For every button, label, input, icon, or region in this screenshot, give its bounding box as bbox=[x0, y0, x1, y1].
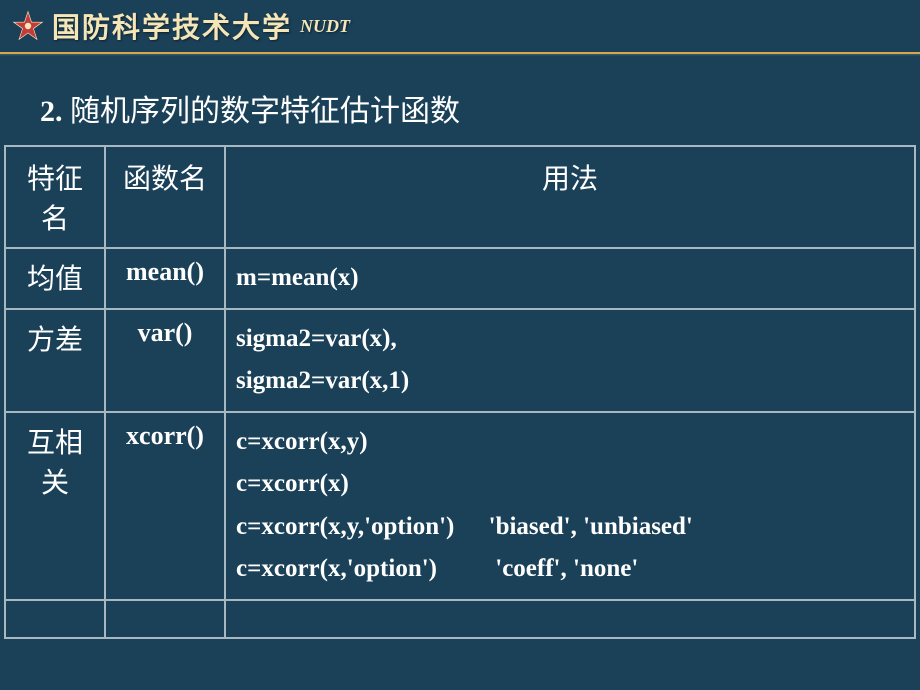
table-row-empty bbox=[5, 600, 915, 638]
header-function: 函数名 bbox=[105, 146, 225, 248]
usage-line: sigma2=var(x,1) bbox=[236, 360, 904, 403]
cell-empty bbox=[5, 600, 105, 638]
usage-line: m=mean(x) bbox=[236, 257, 904, 300]
table-row: 方差 var() sigma2=var(x), sigma2=var(x,1) bbox=[5, 309, 915, 412]
functions-table: 特征名 函数名 用法 均值 mean() m=mean(x) 方差 var() … bbox=[4, 145, 916, 639]
usage-line: sigma2=var(x), bbox=[236, 318, 904, 361]
cell-usage: c=xcorr(x,y) c=xcorr(x) c=xcorr(x,y,'opt… bbox=[225, 412, 915, 600]
usage-main: c=xcorr(x,y,'option') bbox=[236, 513, 454, 540]
header: 国防科学技术大学 NUDT bbox=[0, 0, 920, 54]
section-title: 2. 随机序列的数字特征估计函数 bbox=[0, 86, 920, 130]
cell-feature: 方差 bbox=[5, 309, 105, 412]
cell-func: var() bbox=[105, 309, 225, 412]
table-row: 均值 mean() m=mean(x) bbox=[5, 248, 915, 309]
header-usage: 用法 bbox=[225, 146, 915, 248]
cell-usage: m=mean(x) bbox=[225, 248, 915, 309]
usage-main: c=xcorr(x,'option') bbox=[236, 555, 437, 582]
usage-line: c=xcorr(x,'option') 'coeff', 'none' bbox=[236, 548, 904, 591]
usage-note: 'biased', 'unbiased' bbox=[489, 506, 693, 549]
section-title-text: 随机序列的数字特征估计函数 bbox=[70, 95, 460, 128]
usage-note: 'coeff', 'none' bbox=[495, 548, 638, 591]
section-number: 2. bbox=[40, 95, 63, 128]
cell-usage: sigma2=var(x), sigma2=var(x,1) bbox=[225, 309, 915, 412]
cell-feature: 互相关 bbox=[5, 412, 105, 600]
header-feature: 特征名 bbox=[5, 146, 105, 248]
cell-func: mean() bbox=[105, 248, 225, 309]
cell-empty bbox=[105, 600, 225, 638]
usage-line: c=xcorr(x,y,'option') 'biased', 'unbiase… bbox=[236, 506, 904, 549]
cell-empty bbox=[225, 600, 915, 638]
slide-content: 2. 随机序列的数字特征估计函数 特征名 函数名 用法 均值 mean() m=… bbox=[0, 56, 920, 639]
cell-feature: 均值 bbox=[5, 248, 105, 309]
university-abbr: NUDT bbox=[300, 16, 350, 37]
table-header-row: 特征名 函数名 用法 bbox=[5, 146, 915, 248]
cell-func: xcorr() bbox=[105, 412, 225, 600]
university-name: 国防科学技术大学 bbox=[52, 6, 292, 46]
university-logo-icon bbox=[12, 10, 44, 42]
usage-line: c=xcorr(x,y) bbox=[236, 421, 904, 464]
table-row: 互相关 xcorr() c=xcorr(x,y) c=xcorr(x) c=xc… bbox=[5, 412, 915, 600]
usage-line: c=xcorr(x) bbox=[236, 463, 904, 506]
